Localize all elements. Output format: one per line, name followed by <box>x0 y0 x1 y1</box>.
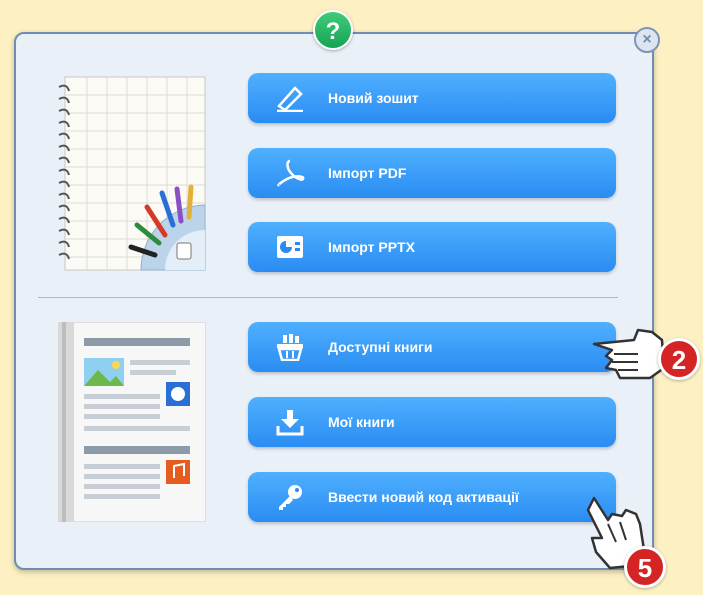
available-books-button[interactable]: Доступні книги <box>248 322 616 372</box>
basket-icon <box>268 330 312 364</box>
callout-badge-2: 2 <box>658 338 700 380</box>
pdf-icon <box>268 156 312 190</box>
my-books-label: Мої книги <box>328 414 395 430</box>
enter-activation-code-button[interactable]: Ввести новий код активації <box>248 472 616 522</box>
enter-activation-code-label: Ввести новий код активації <box>328 489 519 505</box>
callout-badge-5: 5 <box>624 546 666 588</box>
notebook-illustration <box>58 76 206 271</box>
book-illustration <box>58 322 206 522</box>
new-notebook-label: Новий зошит <box>328 90 419 106</box>
pptx-icon <box>268 230 312 264</box>
available-books-label: Доступні книги <box>328 339 433 355</box>
close-button[interactable]: × <box>634 27 660 53</box>
help-button[interactable]: ? <box>313 10 353 50</box>
download-icon <box>268 405 312 439</box>
new-notebook-button[interactable]: Новий зошит <box>248 73 616 123</box>
my-books-button[interactable]: Мої книги <box>248 397 616 447</box>
pencil-icon <box>268 81 312 115</box>
import-pdf-label: Імпорт PDF <box>328 165 407 181</box>
section-divider <box>38 297 618 298</box>
import-pptx-label: Імпорт PPTX <box>328 239 415 255</box>
import-pptx-button[interactable]: Імпорт PPTX <box>248 222 616 272</box>
key-icon <box>268 480 312 514</box>
import-pdf-button[interactable]: Імпорт PDF <box>248 148 616 198</box>
